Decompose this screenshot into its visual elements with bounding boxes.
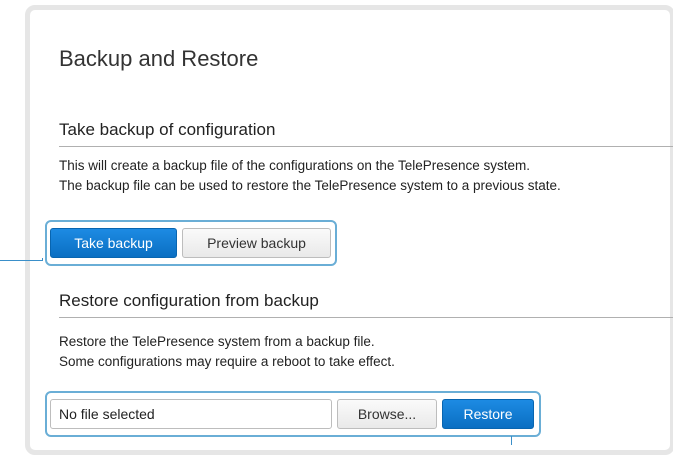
- browse-button[interactable]: Browse...: [337, 399, 437, 429]
- restore-description-line2: Some configurations may require a reboot…: [59, 354, 395, 369]
- backup-callout-line: [0, 260, 43, 261]
- restore-description: Restore the TelePresence system from a b…: [59, 332, 395, 372]
- restore-description-line1: Restore the TelePresence system from a b…: [59, 334, 375, 349]
- backup-callout-connector: [42, 258, 43, 261]
- page-title: Backup and Restore: [59, 46, 259, 71]
- backup-description-line1: This will create a backup file of the co…: [59, 158, 530, 173]
- restore-section-heading: Restore configuration from backup: [59, 291, 319, 310]
- backup-restore-panel: Backup and Restore Take backup of config…: [25, 5, 673, 455]
- file-path-field[interactable]: No file selected: [50, 399, 332, 429]
- backup-description: This will create a backup file of the co…: [59, 156, 561, 196]
- restore-button[interactable]: Restore: [442, 399, 534, 429]
- backup-description-line2: The backup file can be used to restore t…: [59, 178, 561, 193]
- restore-callout-line: [511, 436, 512, 445]
- backup-section-heading: Take backup of configuration: [59, 120, 276, 139]
- backup-section-divider: [59, 146, 673, 147]
- preview-backup-button[interactable]: Preview backup: [182, 228, 331, 258]
- restore-section-divider: [59, 317, 673, 318]
- take-backup-button[interactable]: Take backup: [50, 228, 177, 258]
